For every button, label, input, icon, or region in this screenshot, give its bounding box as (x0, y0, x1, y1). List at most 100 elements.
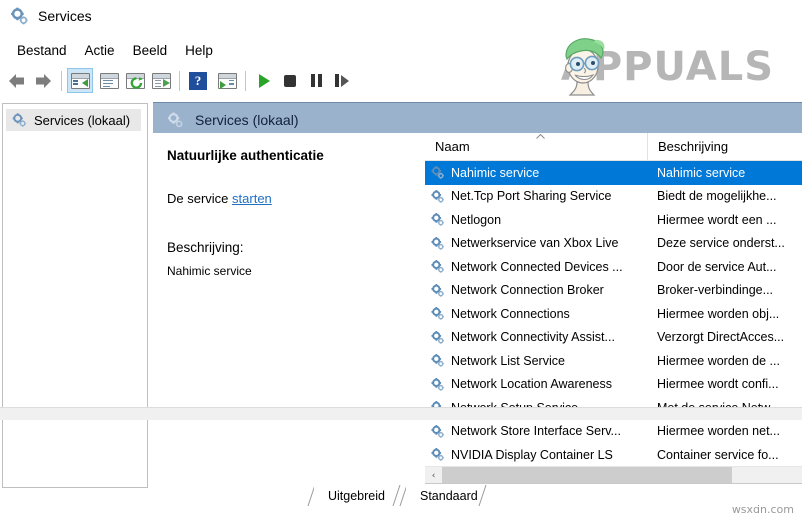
column-header-naam[interactable]: Naam (425, 133, 647, 160)
row-description-cell: Hiermee wordt confi... (657, 377, 779, 392)
menu-actie[interactable]: Actie (76, 40, 124, 61)
tab-standaard-label: Standaard (420, 489, 478, 503)
column-header-beschrijving[interactable]: Beschrijving (647, 133, 802, 160)
row-name-text: NVIDIA Display Container LS (451, 447, 613, 462)
tab-standaard-right-edge (478, 485, 487, 507)
menu-bar: Bestand Actie Beeld Help (0, 36, 802, 64)
row-name-text: Netwerkservice van Xbox Live (451, 236, 619, 251)
service-action-prefix: De service (167, 191, 233, 206)
row-name-cell: Network Store Interface Serv... (425, 424, 647, 439)
table-row[interactable]: Network Connected Devices ... Door de se… (425, 255, 802, 279)
pause-service-icon[interactable] (303, 68, 329, 93)
service-gear-icon (430, 189, 445, 204)
back-arrow-icon[interactable] (4, 68, 30, 93)
toolbar-separator-1 (61, 70, 62, 91)
list-rows: Nahimic service Nahimic service Net.Tcp … (425, 161, 802, 467)
service-description-text: Nahimic service (167, 264, 252, 278)
row-name-cell: Network Location Awareness (425, 377, 647, 392)
restart-service-icon[interactable] (329, 68, 355, 93)
row-description-cell: Door de service Aut... (657, 259, 777, 274)
table-row[interactable]: Net.Tcp Port Sharing Service Biedt de mo… (425, 185, 802, 209)
services-gear-icon (166, 111, 184, 129)
row-name-cell: Net.Tcp Port Sharing Service (425, 189, 647, 204)
show-action-pane-icon[interactable] (214, 68, 240, 93)
table-row[interactable]: Network Connection Broker Broker-verbind… (425, 279, 802, 303)
row-description-cell: Deze service onderst... (657, 236, 785, 251)
table-row[interactable]: Netlogon Hiermee wordt een ... (425, 208, 802, 232)
show-hide-console-tree-icon[interactable] (67, 68, 93, 93)
window-title: Services (38, 8, 92, 24)
stop-service-icon[interactable] (277, 68, 303, 93)
export-list-icon[interactable] (148, 68, 174, 93)
list-horizontal-scrollbar[interactable]: ‹ (425, 466, 802, 484)
services-gear-icon (9, 6, 29, 26)
service-gear-icon (430, 306, 445, 321)
tab-standaard[interactable]: Standaard (406, 485, 489, 507)
row-name-cell: Netwerkservice van Xbox Live (425, 236, 647, 251)
title-bar: Services (0, 0, 802, 32)
row-name-text: Network Connection Broker (451, 283, 604, 298)
table-row[interactable]: Network Store Interface Serv... Hiermee … (425, 420, 802, 444)
table-row[interactable]: Nahimic service Nahimic service (425, 161, 802, 185)
row-name-cell: Nahimic service (425, 165, 647, 180)
service-gear-icon (430, 236, 445, 251)
properties-icon[interactable] (96, 68, 122, 93)
table-row[interactable]: NVIDIA Display Container LS Container se… (425, 443, 802, 467)
service-gear-icon (430, 212, 445, 227)
table-row[interactable]: Network Connections Hiermee worden obj..… (425, 302, 802, 326)
row-name-text: Network Location Awareness (451, 377, 612, 392)
scrollbar-track[interactable] (442, 467, 802, 484)
row-name-cell: NVIDIA Display Container LS (425, 447, 647, 462)
row-description-cell: Verzorgt DirectAcces... (657, 330, 785, 345)
row-description-cell: Biedt de mogelijkhe... (657, 189, 777, 204)
menu-help[interactable]: Help (176, 40, 222, 61)
service-detail-pane: Natuurlijke authenticatie De service sta… (153, 133, 419, 500)
toolbar-separator-3 (245, 70, 246, 91)
row-name-text: Net.Tcp Port Sharing Service (451, 189, 612, 204)
start-service-link[interactable]: starten (232, 191, 272, 206)
row-name-text: Nahimic service (451, 165, 540, 180)
list-bottom-border (425, 483, 802, 484)
tab-uitgebreid-label: Uitgebreid (328, 489, 385, 503)
table-row[interactable]: Network Connectivity Assist... Verzorgt … (425, 326, 802, 350)
service-detail-action: De service starten (167, 191, 405, 206)
table-row[interactable]: Netwerkservice van Xbox Live Deze servic… (425, 232, 802, 256)
tree-item-services-lokaal[interactable]: Services (lokaal) (6, 109, 141, 131)
scrollbar-thumb[interactable] (442, 467, 732, 484)
scroll-left-arrow-icon[interactable]: ‹ (425, 467, 442, 484)
service-description-label: Beschrijving: (167, 240, 244, 255)
row-name-text: Network List Service (451, 353, 565, 368)
table-row[interactable]: Network Location Awareness Hiermee wordt… (425, 373, 802, 397)
service-gear-icon (430, 377, 445, 392)
row-description-cell: Hiermee wordt een ... (657, 212, 777, 227)
menu-bestand[interactable]: Bestand (8, 40, 76, 61)
row-description-cell: Nahimic service (657, 165, 746, 180)
refresh-icon[interactable] (122, 68, 148, 93)
row-name-cell: Netlogon (425, 212, 647, 227)
console-tree-pane: Services (lokaal) (2, 103, 148, 488)
service-gear-icon (430, 353, 445, 368)
table-row[interactable]: Network List Service Hiermee worden de .… (425, 349, 802, 373)
row-description-cell: Hiermee worden de ... (657, 353, 780, 368)
menu-beeld[interactable]: Beeld (124, 40, 177, 61)
row-name-cell: Network List Service (425, 353, 647, 368)
service-gear-icon (430, 165, 445, 180)
view-tabs: Uitgebreid Standaard (306, 485, 802, 507)
tree-item-label: Services (lokaal) (34, 112, 131, 128)
start-service-icon[interactable] (251, 68, 277, 93)
row-name-cell: Network Connections (425, 306, 647, 321)
help-icon[interactable]: ? (185, 68, 211, 93)
row-name-text: Network Connected Devices ... (451, 259, 623, 274)
row-description-cell: Container service fo... (657, 447, 779, 462)
row-name-text: Network Connections (451, 306, 570, 321)
toolbar: ? (0, 64, 802, 97)
service-gear-icon (430, 424, 445, 439)
row-description-cell: Hiermee worden obj... (657, 306, 780, 321)
result-pane-header: Services (lokaal) (153, 102, 802, 136)
result-pane-body: Natuurlijke authenticatie De service sta… (153, 133, 802, 500)
service-gear-icon (430, 259, 445, 274)
services-gear-icon (11, 112, 27, 128)
service-detail-title: Natuurlijke authenticatie (167, 148, 324, 163)
tab-uitgebreid[interactable]: Uitgebreid (314, 485, 396, 507)
forward-arrow-icon[interactable] (30, 68, 56, 93)
